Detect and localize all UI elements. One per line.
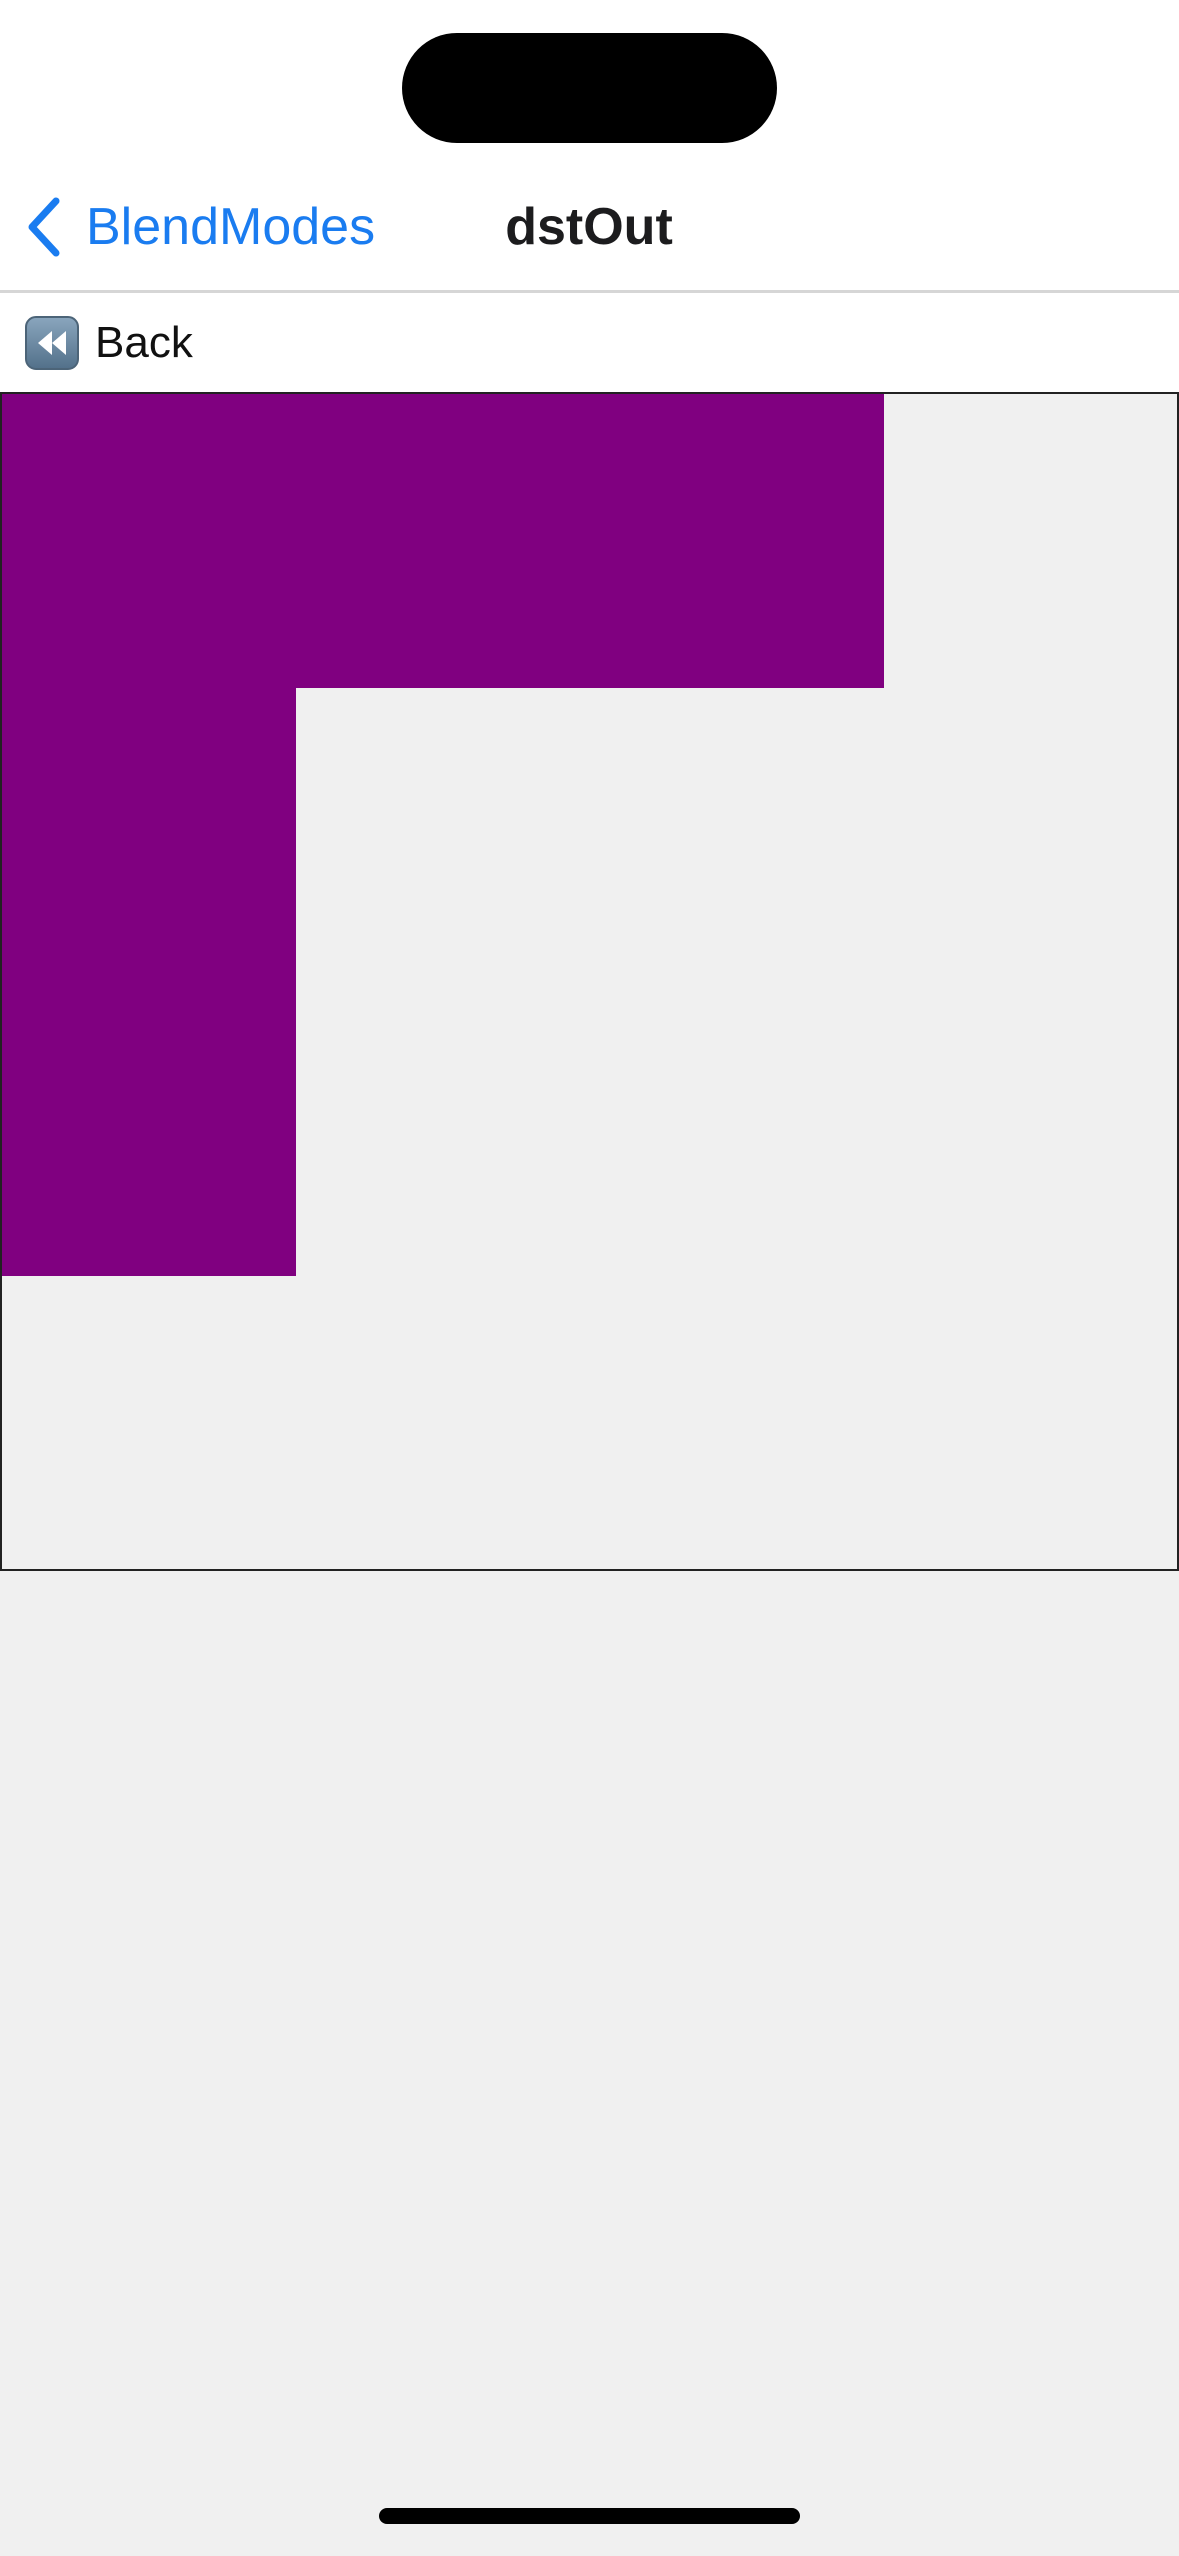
dst-out-shape: [2, 394, 884, 1276]
app-screen: BlendModes dstOut Back: [0, 0, 1179, 2556]
dynamic-island: [402, 33, 777, 143]
back-button[interactable]: Back: [25, 315, 193, 371]
nav-back-button[interactable]: BlendModes: [24, 195, 375, 259]
navigation-bar: BlendModes dstOut: [0, 0, 1179, 293]
blend-result-graphic: [2, 394, 884, 1276]
back-button-label: Back: [95, 318, 193, 367]
rewind-icon: [25, 316, 79, 370]
blend-canvas: [0, 392, 1179, 1571]
home-indicator[interactable]: [379, 2508, 800, 2524]
nav-back-label: BlendModes: [86, 198, 376, 256]
page-title: dstOut: [505, 198, 673, 256]
chevron-left-icon: [28, 197, 60, 257]
toolbar: Back: [0, 293, 1179, 392]
